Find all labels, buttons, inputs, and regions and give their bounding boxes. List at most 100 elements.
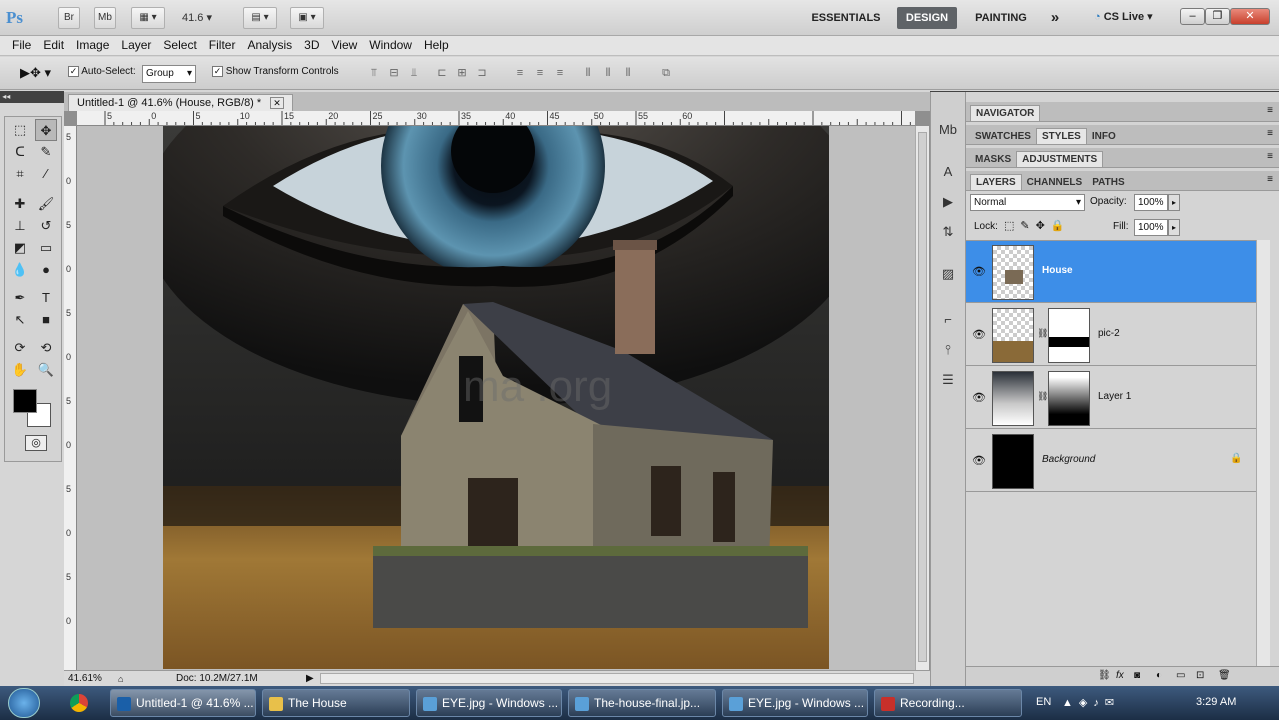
layer-mask-thumbnail[interactable] (1048, 371, 1090, 426)
layer-name[interactable]: Background (1042, 454, 1095, 465)
workspace-painting[interactable]: PAINTING (968, 7, 1034, 29)
new-layer-icon[interactable]: ⊡ (1196, 670, 1204, 681)
panel-menu-icon[interactable]: ≡ (1267, 151, 1273, 162)
opacity-field[interactable]: 100% (1134, 194, 1168, 211)
add-mask-icon[interactable]: ◙ (1134, 670, 1140, 681)
taskbar-item-eye-viewer[interactable]: EYE.jpg - Windows ... (416, 689, 562, 717)
arrange-documents-button[interactable]: ▤ ▾ (243, 7, 277, 29)
marquee-tool-icon[interactable]: ⬚ (9, 119, 31, 141)
close-tab-icon[interactable]: ✕ (270, 97, 284, 109)
panel-menu-icon[interactable]: ≡ (1267, 128, 1273, 139)
layer-name[interactable]: pic-2 (1098, 328, 1120, 339)
eraser-tool-icon[interactable]: ◩ (9, 237, 31, 259)
vertical-scrollbar[interactable] (915, 126, 929, 670)
lock-icons[interactable]: ⬚✎✥🔒 (1004, 219, 1071, 232)
workspace-design[interactable]: DESIGN (897, 7, 957, 29)
bridge-button[interactable]: Br (58, 7, 80, 29)
brush-tool-icon[interactable]: 🖌 (35, 193, 57, 215)
menu-select[interactable]: Select (157, 36, 202, 55)
eyedropper-tool-icon[interactable]: ⁄ (35, 163, 57, 185)
menu-analysis[interactable]: Analysis (241, 36, 298, 55)
tab-navigator[interactable]: NAVIGATOR (970, 105, 1041, 121)
hand-tool-icon[interactable]: ✋ (9, 359, 31, 381)
status-menu-icon[interactable]: ⌂ (118, 672, 123, 687)
screen-mode-button[interactable]: ▣ ▾ (290, 7, 324, 29)
menu-image[interactable]: Image (70, 36, 115, 55)
align-left-icon[interactable]: ⊏ (434, 65, 450, 81)
lasso-tool-icon[interactable]: ᑕ (9, 141, 31, 163)
horizontal-scrollbar[interactable] (320, 673, 914, 684)
healing-brush-tool-icon[interactable]: ✚ (9, 193, 31, 215)
distribute-hcenter-icon[interactable]: ⦀ (600, 65, 616, 81)
tab-paths[interactable]: PATHS (1087, 175, 1129, 191)
visibility-eye-icon[interactable]: 👁 (972, 265, 986, 279)
tab-masks[interactable]: MASKS (970, 152, 1016, 168)
panel-menu-icon[interactable]: ≡ (1267, 105, 1273, 116)
tab-styles[interactable]: STYLES (1035, 128, 1087, 144)
close-button[interactable]: ✕ (1230, 8, 1270, 25)
minimize-button[interactable]: – (1180, 8, 1205, 25)
crop-tool-icon[interactable]: ⌗ (9, 163, 31, 185)
menu-help[interactable]: Help (418, 36, 455, 55)
tab-channels[interactable]: CHANNELS (1022, 175, 1088, 191)
menu-view[interactable]: View (325, 36, 363, 55)
status-arrow-icon[interactable]: ▶ (306, 671, 314, 686)
align-top-icon[interactable]: ⫪ (366, 65, 382, 81)
layer-row-pic-2[interactable]: 👁 ⛓ pic-2 (966, 304, 1256, 366)
gradient-tool-icon[interactable]: ▭ (35, 237, 57, 259)
adjustment-layer-icon[interactable]: ◐ (1156, 670, 1162, 681)
menu-edit[interactable]: Edit (37, 36, 70, 55)
mask-link-icon[interactable]: ⛓ (1037, 391, 1048, 402)
workspace-essentials[interactable]: ESSENTIALS (806, 7, 886, 29)
toolbox-collapse-bar[interactable]: ◂◂ (0, 91, 64, 103)
taskbar-item-house-final[interactable]: The-house-final.jp... (568, 689, 716, 717)
document-tab[interactable]: Untitled-1 @ 41.6% (House, RGB/8) * ✕ (68, 94, 293, 111)
brush-presets-icon[interactable]: ⌐ (937, 310, 959, 330)
taskbar-item-photoshop[interactable]: Untitled-1 @ 41.6% ... (110, 689, 256, 717)
align-bottom-icon[interactable]: ⫫ (406, 65, 422, 81)
taskbar-item-recording[interactable]: Recording... (874, 689, 1022, 717)
new-group-icon[interactable]: ▭ (1176, 670, 1185, 681)
delete-layer-icon[interactable]: 🗑 (1218, 670, 1231, 681)
3d-rotate-tool-icon[interactable]: ⟳ (9, 337, 31, 359)
path-selection-tool-icon[interactable]: ↖ (9, 309, 31, 331)
fill-slider-button[interactable]: ▸ (1168, 219, 1180, 236)
image-panel-icon[interactable]: ▨ (937, 264, 959, 284)
tab-adjustments[interactable]: ADJUSTMENTS (1016, 151, 1104, 167)
align-right-icon[interactable]: ⊐ (474, 65, 490, 81)
layers-scrollbar[interactable] (1256, 240, 1270, 666)
taskbar-item-folder[interactable]: The House (262, 689, 410, 717)
panel-menu-icon[interactable]: ≡ (1267, 174, 1273, 185)
auto-select-checkbox[interactable]: ✓ (68, 66, 79, 77)
transform-controls-checkbox[interactable]: ✓ (212, 66, 223, 77)
tab-layers[interactable]: LAYERS (970, 174, 1022, 190)
move-tool-preset-icon[interactable]: ▶✥ ▾ (20, 65, 51, 81)
menu-3d[interactable]: 3D (298, 36, 325, 55)
layer-row-house[interactable]: 👁 House (966, 241, 1256, 303)
more-workspaces-button[interactable]: » (1044, 7, 1066, 29)
restore-button[interactable]: ❐ (1205, 8, 1230, 25)
tab-swatches[interactable]: SWATCHES (970, 129, 1036, 145)
align-hcenter-icon[interactable]: ⊞ (454, 65, 470, 81)
distribute-bottom-icon[interactable]: ≡ (552, 65, 568, 81)
zoom-level-dropdown[interactable]: 41.6 ▾ (182, 11, 228, 24)
dodge-tool-icon[interactable]: ● (35, 259, 57, 281)
clone-stamp-tool-icon[interactable]: ⊥ (9, 215, 31, 237)
menu-layer[interactable]: Layer (115, 36, 157, 55)
start-button[interactable] (8, 688, 40, 718)
layer-name[interactable]: Layer 1 (1098, 391, 1131, 402)
fill-field[interactable]: 100% (1134, 219, 1168, 236)
distribute-left-icon[interactable]: ⦀ (580, 65, 596, 81)
align-vcenter-icon[interactable]: ⊟ (386, 65, 402, 81)
chrome-taskbar-icon[interactable] (70, 694, 88, 712)
visibility-eye-icon[interactable]: 👁 (972, 328, 986, 342)
document-canvas[interactable]: ma .org (163, 126, 829, 669)
history-brush-tool-icon[interactable]: ↺ (35, 215, 57, 237)
character-panel-icon[interactable]: A (937, 162, 959, 182)
rectangle-tool-icon[interactable]: ■ (35, 309, 57, 331)
opacity-slider-button[interactable]: ▸ (1168, 194, 1180, 211)
layer-mask-thumbnail[interactable] (1048, 308, 1090, 363)
menu-file[interactable]: File (6, 36, 37, 55)
type-tool-icon[interactable]: T (35, 287, 57, 309)
distribute-vcenter-icon[interactable]: ≡ (532, 65, 548, 81)
